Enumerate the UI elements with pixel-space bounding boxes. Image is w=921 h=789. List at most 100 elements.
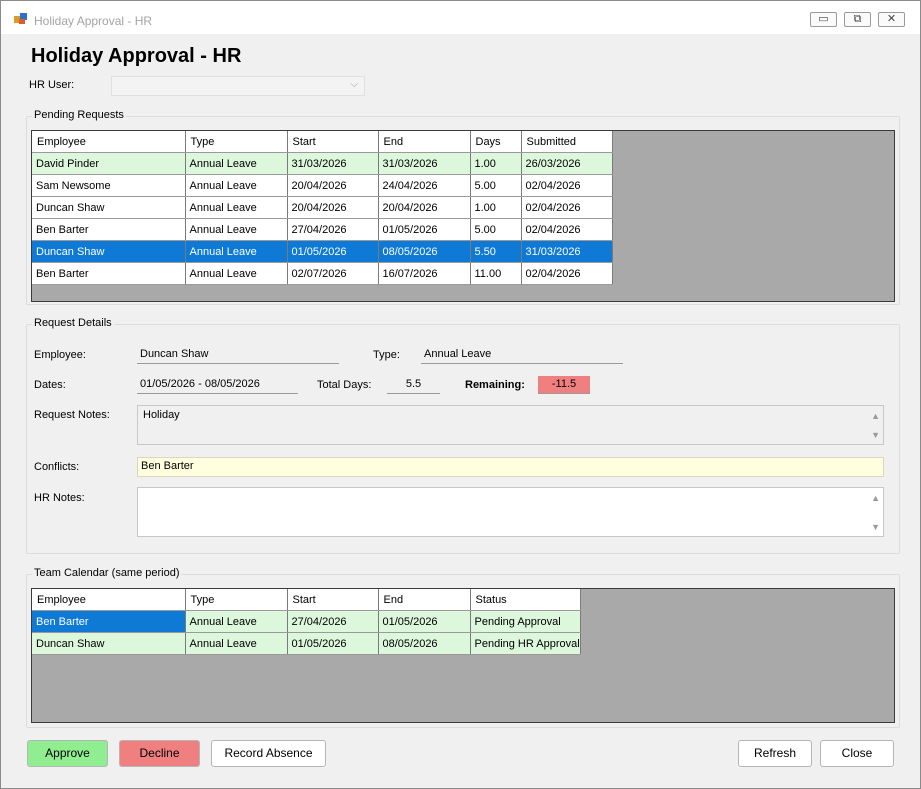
total-days-label: Total Days: [317, 379, 372, 391]
table-cell: Annual Leave [185, 196, 288, 219]
remaining-field: -11.5 [538, 376, 590, 394]
table-cell: Annual Leave [185, 174, 288, 197]
scroll-up-icon[interactable]: ▲ [871, 411, 880, 421]
calendar-column-header[interactable]: Type [185, 589, 288, 611]
table-cell: 01/05/2026 [378, 218, 471, 241]
scroll-up-icon[interactable]: ▲ [871, 493, 880, 503]
table-cell: Annual Leave [185, 218, 288, 241]
type-label: Type: [373, 349, 400, 361]
pending-requests-grid[interactable]: Employee Type Start End Days Submitted David … [31, 130, 895, 302]
table-cell: Sam Newsome [32, 174, 186, 197]
request-notes-label: Request Notes: [34, 409, 110, 421]
dates-field: 01/05/2026 - 08/05/2026 [137, 376, 298, 394]
table-cell: Annual Leave [185, 240, 288, 263]
table-cell: Ben Barter [32, 218, 186, 241]
table-cell: Annual Leave [185, 610, 288, 633]
table-row[interactable]: Sam Newsome Annual Leave 20/04/2026 24/04/2… [32, 174, 613, 197]
table-cell: 02/04/2026 [521, 218, 613, 241]
table-cell: 08/05/2026 [378, 240, 471, 263]
calendar-column-header[interactable]: Status [470, 589, 581, 611]
table-cell: 5.00 [470, 174, 522, 197]
conflicts-label: Conflicts: [34, 461, 80, 473]
calendar-column-header[interactable]: End [378, 589, 471, 611]
request-details-title: Request Details [32, 317, 114, 329]
dates-label: Dates: [34, 379, 66, 391]
refresh-button[interactable]: Refresh [738, 740, 812, 767]
pending-column-header[interactable]: Employee [32, 131, 186, 153]
page-title: Holiday Approval - HR [31, 45, 242, 67]
pending-column-header[interactable]: End [378, 131, 471, 153]
table-cell: 5.00 [470, 218, 522, 241]
table-row[interactable]: Ben Barter Annual Leave 02/07/2026 16/07/20… [32, 262, 613, 285]
table-cell: Annual Leave [185, 632, 288, 655]
app-window: Holiday Approval - HR ▭ ⧉ ✕ Holiday Appr… [0, 0, 921, 789]
title-bar: Holiday Approval - HR ▭ ⧉ ✕ [1, 1, 920, 34]
app-icon [14, 13, 28, 25]
chevron-down-icon: ⌵ [350, 79, 358, 90]
hr-notes-input[interactable]: ▲ ▼ [137, 487, 884, 537]
table-cell: 02/07/2026 [287, 262, 379, 285]
type-field: Annual Leave [421, 346, 623, 364]
table-cell: 01/05/2026 [287, 240, 379, 263]
table-row[interactable]: Duncan Shaw Annual Leave 20/04/2026 20/04/2… [32, 196, 613, 219]
team-calendar-table: Employee Type Start End Status Ben Barter Ann… [32, 589, 581, 655]
window-title: Holiday Approval - HR [34, 14, 153, 28]
table-cell: 01/05/2026 [287, 632, 379, 655]
table-cell: 27/04/2026 [287, 218, 379, 241]
remaining-label: Remaining: [465, 379, 525, 391]
employee-label: Employee: [34, 349, 86, 361]
approve-button[interactable]: Approve [27, 740, 108, 767]
table-cell: Pending HR Approval [470, 632, 581, 655]
table-cell: 20/04/2026 [287, 196, 379, 219]
request-notes-box: Holiday ▲ ▼ [137, 405, 884, 445]
table-row[interactable]: David Pinder Annual Leave 31/03/2026 31/03/… [32, 152, 613, 175]
team-calendar-grid[interactable]: Employee Type Start End Status Ben Barter Ann… [31, 588, 895, 723]
table-cell: 24/04/2026 [378, 174, 471, 197]
calendar-column-header[interactable]: Start [287, 589, 379, 611]
table-cell: 02/04/2026 [521, 174, 613, 197]
table-row[interactable]: Duncan Shaw Annual Leave 01/05/2026 08/05/2… [32, 240, 613, 263]
table-cell: 02/04/2026 [521, 196, 613, 219]
pending-column-header[interactable]: Type [185, 131, 288, 153]
scroll-down-icon[interactable]: ▼ [871, 522, 880, 532]
table-cell: 1.00 [470, 196, 522, 219]
table-row[interactable]: Duncan Shaw Annual Leave 01/05/2026 08/05/2… [32, 632, 581, 655]
pending-requests-title: Pending Requests [32, 109, 126, 121]
table-cell: 08/05/2026 [378, 632, 471, 655]
calendar-header-row: Employee Type Start End Status [32, 589, 581, 611]
table-cell: Ben Barter [32, 262, 186, 285]
table-cell: 5.50 [470, 240, 522, 263]
pending-column-header[interactable]: Submitted [521, 131, 613, 153]
table-cell: 20/04/2026 [287, 174, 379, 197]
hr-user-dropdown[interactable]: ⌵ [111, 76, 365, 96]
table-cell: 11.00 [470, 262, 522, 285]
table-cell: 01/05/2026 [378, 610, 471, 633]
request-notes-text: Holiday [143, 409, 180, 421]
table-cell: Pending Approval [470, 610, 581, 633]
table-cell: Ben Barter [32, 610, 186, 633]
table-cell: Duncan Shaw [32, 632, 186, 655]
close-icon[interactable]: ✕ [878, 12, 905, 27]
table-cell: 20/04/2026 [378, 196, 471, 219]
table-cell: 31/03/2026 [521, 240, 613, 263]
calendar-column-header[interactable]: Employee [32, 589, 186, 611]
table-row[interactable]: Ben Barter Annual Leave 27/04/2026 01/05/20… [32, 610, 581, 633]
scroll-down-icon[interactable]: ▼ [871, 430, 880, 440]
decline-button[interactable]: Decline [119, 740, 200, 767]
minimize-icon[interactable]: ▭ [810, 12, 837, 27]
hr-notes-label: HR Notes: [34, 492, 85, 504]
table-cell: David Pinder [32, 152, 186, 175]
close-button[interactable]: Close [820, 740, 894, 767]
pending-column-header[interactable]: Start [287, 131, 379, 153]
total-days-field: 5.5 [387, 376, 440, 394]
conflicts-field: Ben Barter [137, 457, 884, 477]
table-cell: 02/04/2026 [521, 262, 613, 285]
pending-column-header[interactable]: Days [470, 131, 522, 153]
table-cell: 1.00 [470, 152, 522, 175]
table-row[interactable]: Ben Barter Annual Leave 27/04/2026 01/05/20… [32, 218, 613, 241]
table-cell: 31/03/2026 [378, 152, 471, 175]
table-cell: Annual Leave [185, 262, 288, 285]
maximize-icon[interactable]: ⧉ [844, 12, 871, 27]
table-cell: 26/03/2026 [521, 152, 613, 175]
record-absence-button[interactable]: Record Absence [211, 740, 326, 767]
